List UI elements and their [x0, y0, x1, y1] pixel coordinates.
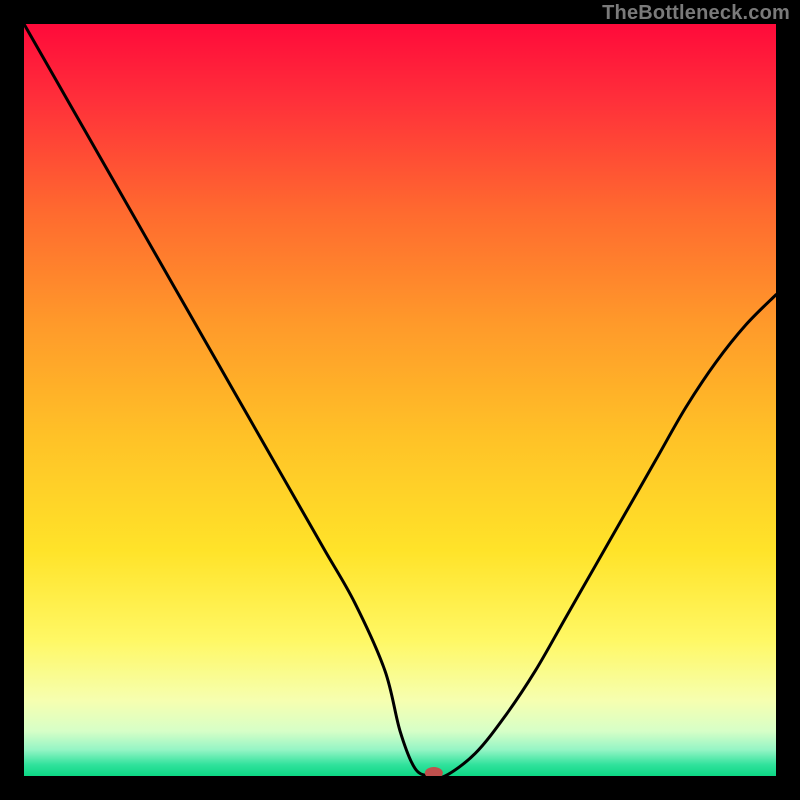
plot-area [24, 24, 776, 776]
watermark-text: TheBottleneck.com [602, 2, 790, 25]
gradient-background [24, 24, 776, 776]
chart-svg [24, 24, 776, 776]
chart-frame: TheBottleneck.com [0, 0, 800, 800]
